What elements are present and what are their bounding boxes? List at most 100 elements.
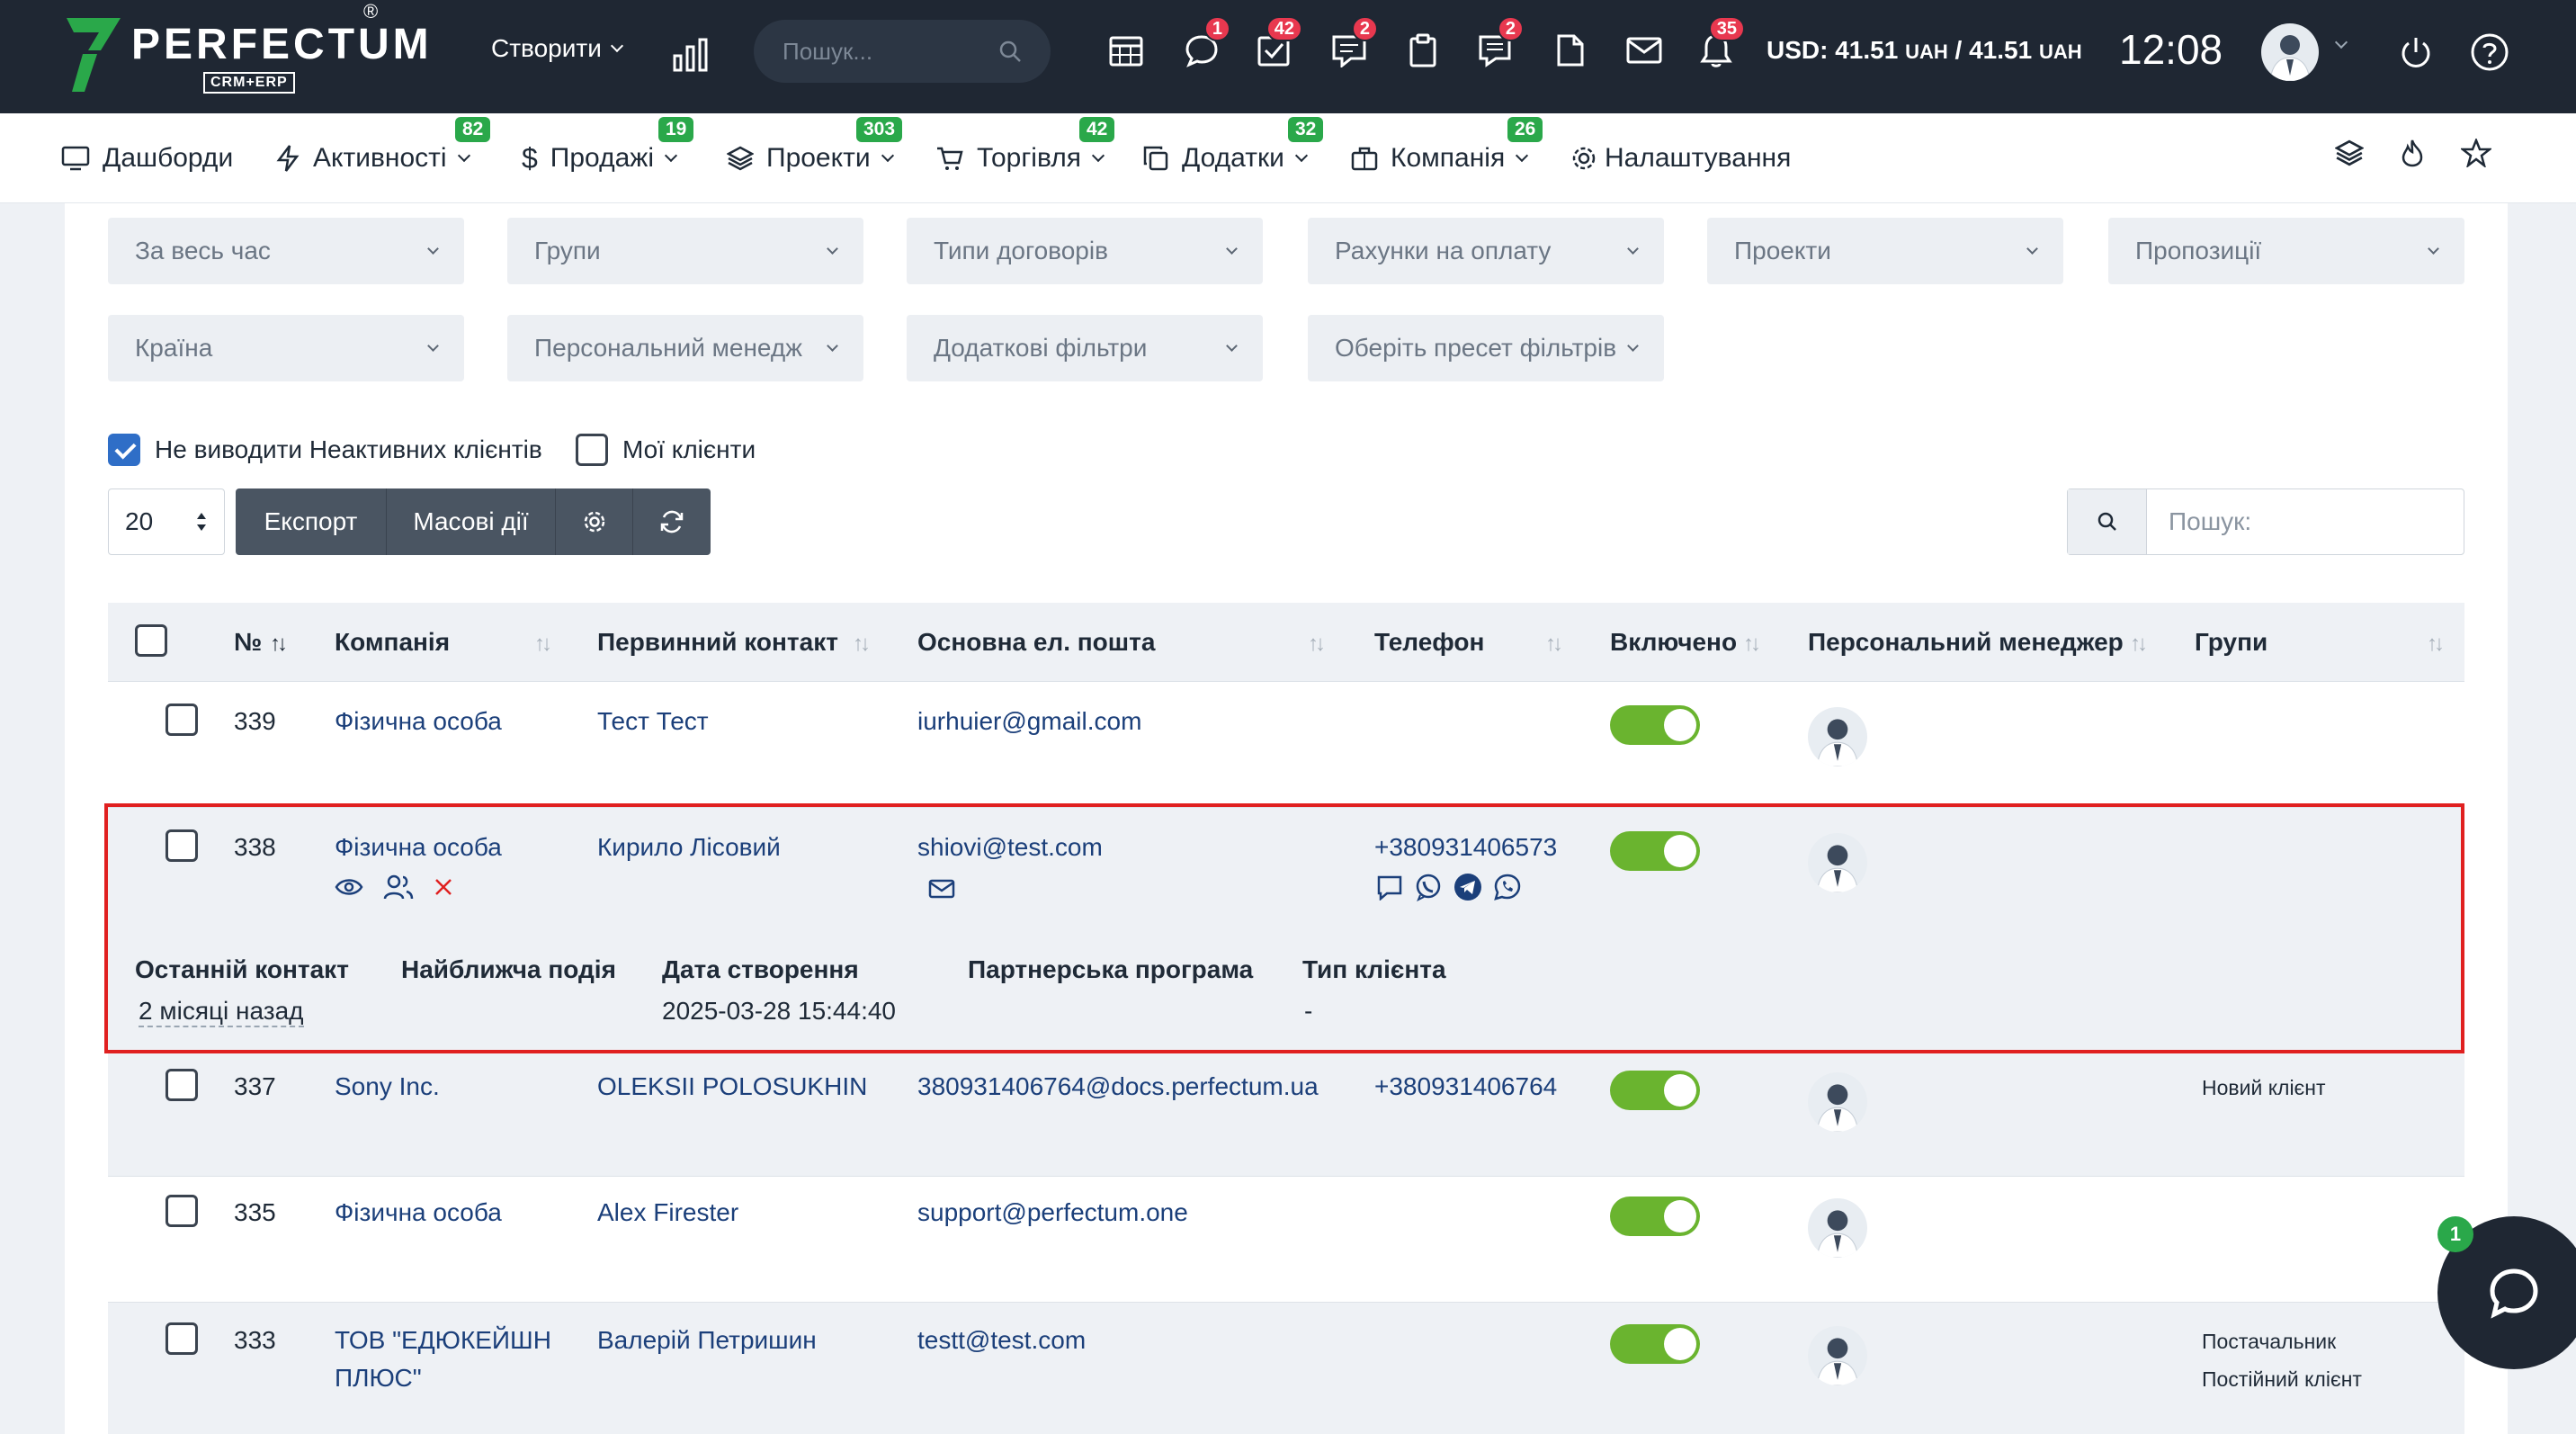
filter-period[interactable]: За весь час xyxy=(108,218,464,284)
fire-icon[interactable] xyxy=(2400,139,2425,167)
filter-proposals[interactable]: Пропозиції xyxy=(2108,218,2464,284)
enabled-toggle[interactable] xyxy=(1610,1324,1700,1364)
sort-icon[interactable]: ↑↓ xyxy=(1545,632,1563,657)
sort-icon[interactable]: ↑↓ xyxy=(2427,632,2445,657)
enabled-toggle[interactable] xyxy=(1610,1196,1700,1236)
filter-preset[interactable]: Оберіть пресет фільтрів xyxy=(1308,315,1664,381)
nav-trade[interactable]: Торгівля 42 xyxy=(935,117,1115,178)
user-menu-chevron-icon[interactable] xyxy=(2334,35,2348,49)
refresh-button[interactable] xyxy=(633,488,711,555)
hide-inactive-checkbox[interactable] xyxy=(108,434,140,466)
nav-dashboards[interactable]: Дашборди xyxy=(61,139,233,178)
row-contact[interactable]: Alex Firester xyxy=(597,1198,738,1227)
row-company[interactable]: Фізична особа xyxy=(335,1198,502,1227)
help-icon[interactable] xyxy=(2470,32,2509,72)
enabled-toggle[interactable] xyxy=(1610,1071,1700,1110)
whatsapp-icon[interactable] xyxy=(1493,873,1522,901)
document-icon[interactable] xyxy=(1551,31,1590,70)
row-contact[interactable]: Кирило Лісовий xyxy=(597,833,781,862)
sort-icon[interactable]: ↑↓ xyxy=(1308,632,1326,657)
delete-x-icon[interactable] xyxy=(434,877,453,897)
sort-icon[interactable]: ↑↓ xyxy=(1743,632,1761,657)
col-manager[interactable]: Персональний менеджер xyxy=(1808,628,2124,657)
table-row-expanded[interactable]: 338 Фізична особа Кирило Лісовий shiovi@… xyxy=(108,808,2464,1051)
nav-addons[interactable]: Додатки 32 xyxy=(1142,117,1324,178)
chat-icon[interactable]: 1 xyxy=(1182,16,1230,70)
bell-icon[interactable]: 35 xyxy=(1696,16,1745,70)
table-row[interactable]: 337 Sony Inc. OLEKSII POLOSUKHIN 3809314… xyxy=(108,1051,2464,1177)
col-company[interactable]: Компанія xyxy=(335,628,450,657)
enabled-toggle[interactable] xyxy=(1610,831,1700,871)
settings-button[interactable] xyxy=(556,488,633,555)
manager-avatar[interactable] xyxy=(1808,1072,1867,1132)
row-company-line1[interactable]: ТОВ "ЕДЮКЕЙШН xyxy=(335,1326,551,1355)
row-email[interactable]: iurhuier@gmail.com xyxy=(917,707,1141,736)
row-email[interactable]: 380931406764@docs.perfectum.ua xyxy=(917,1072,1319,1101)
user-avatar[interactable] xyxy=(2261,23,2319,81)
global-search-input[interactable] xyxy=(783,37,980,66)
col-number[interactable]: № xyxy=(234,628,262,657)
row-email[interactable]: testt@test.com xyxy=(917,1326,1086,1355)
brand-logo[interactable]: PERFECTUM CRM+ERP xyxy=(65,14,433,94)
sort-icon[interactable]: ↑↓ xyxy=(270,632,288,657)
table-row[interactable]: 339 Фізична особа Тест Тест iurhuier@gma… xyxy=(108,682,2464,808)
viber-icon[interactable] xyxy=(1414,873,1443,901)
row-contact[interactable]: OLEKSII POLOSUKHIN xyxy=(597,1072,867,1101)
nav-settings[interactable]: Налаштування xyxy=(1570,139,1791,178)
stats-bars-icon[interactable] xyxy=(671,36,711,72)
row-email[interactable]: shiovi@test.com xyxy=(917,833,1103,862)
col-groups[interactable]: Групи xyxy=(2195,628,2267,657)
sort-icon[interactable]: ↑↓ xyxy=(2130,632,2148,657)
contacts-icon[interactable] xyxy=(383,874,414,900)
row-company[interactable]: Фізична особа xyxy=(335,833,502,862)
global-search[interactable] xyxy=(754,20,1051,83)
col-primary-contact[interactable]: Первинний контакт xyxy=(597,628,838,657)
filter-manager[interactable]: Персональний менедж xyxy=(507,315,863,381)
row-phone[interactable]: +380931406764 xyxy=(1374,1072,1557,1101)
filter-projects[interactable]: Проекти xyxy=(1707,218,2063,284)
row-email[interactable]: support@perfectum.one xyxy=(917,1198,1188,1227)
star-icon[interactable] xyxy=(2461,139,2491,167)
select-all-checkbox[interactable] xyxy=(135,624,167,657)
enabled-toggle[interactable] xyxy=(1610,705,1700,745)
power-icon[interactable] xyxy=(2398,34,2434,70)
nav-activities[interactable]: Активності 82 xyxy=(275,117,491,178)
manager-avatar[interactable] xyxy=(1808,707,1867,766)
row-checkbox[interactable] xyxy=(165,1195,198,1227)
row-checkbox[interactable] xyxy=(165,829,198,862)
search-icon[interactable] xyxy=(998,40,1022,63)
mass-actions-button[interactable]: Масові дії xyxy=(387,488,556,555)
filter-groups[interactable]: Групи xyxy=(507,218,863,284)
row-checkbox[interactable] xyxy=(165,1069,198,1101)
col-phone[interactable]: Телефон xyxy=(1374,628,1484,657)
table-search[interactable] xyxy=(2067,488,2464,555)
notes-icon[interactable]: 2 xyxy=(1475,16,1524,70)
nav-projects[interactable]: Проекти 303 xyxy=(727,117,903,178)
create-button[interactable]: Створити xyxy=(491,34,623,63)
manager-avatar[interactable] xyxy=(1808,833,1867,892)
table-row[interactable]: 335 Фізична особа Alex Firester support@… xyxy=(108,1177,2464,1303)
filter-invoices[interactable]: Рахунки на оплату xyxy=(1308,218,1664,284)
detail-last-contact[interactable]: 2 місяці назад xyxy=(139,997,304,1027)
col-email[interactable]: Основна ел. пошта xyxy=(917,628,1155,657)
view-eye-icon[interactable] xyxy=(335,876,363,898)
mail-icon[interactable] xyxy=(1624,31,1664,70)
per-page-select[interactable]: 20 xyxy=(108,488,225,555)
sms-icon[interactable] xyxy=(1376,874,1403,901)
nav-sales[interactable]: $ Продажі 19 xyxy=(522,117,694,178)
row-company[interactable]: Фізична особа xyxy=(335,707,502,736)
col-enabled[interactable]: Включено xyxy=(1610,628,1737,657)
clipboard-icon[interactable] xyxy=(1403,31,1443,70)
filter-country[interactable]: Країна xyxy=(108,315,464,381)
filter-contract-types[interactable]: Типи договорів xyxy=(907,218,1263,284)
table-search-input[interactable] xyxy=(2147,489,2453,554)
row-company-line2[interactable]: ПЛЮС" xyxy=(335,1364,422,1393)
layers-icon[interactable] xyxy=(2335,139,2364,167)
sort-icon[interactable]: ↑↓ xyxy=(853,632,871,657)
search-icon[interactable] xyxy=(2068,489,2147,554)
calendar-icon[interactable] xyxy=(1106,31,1146,70)
row-contact[interactable]: Валерій Петришин xyxy=(597,1326,817,1355)
row-company[interactable]: Sony Inc. xyxy=(335,1072,440,1101)
row-checkbox[interactable] xyxy=(165,1322,198,1355)
nav-company[interactable]: Компанія 26 xyxy=(1351,117,1543,178)
